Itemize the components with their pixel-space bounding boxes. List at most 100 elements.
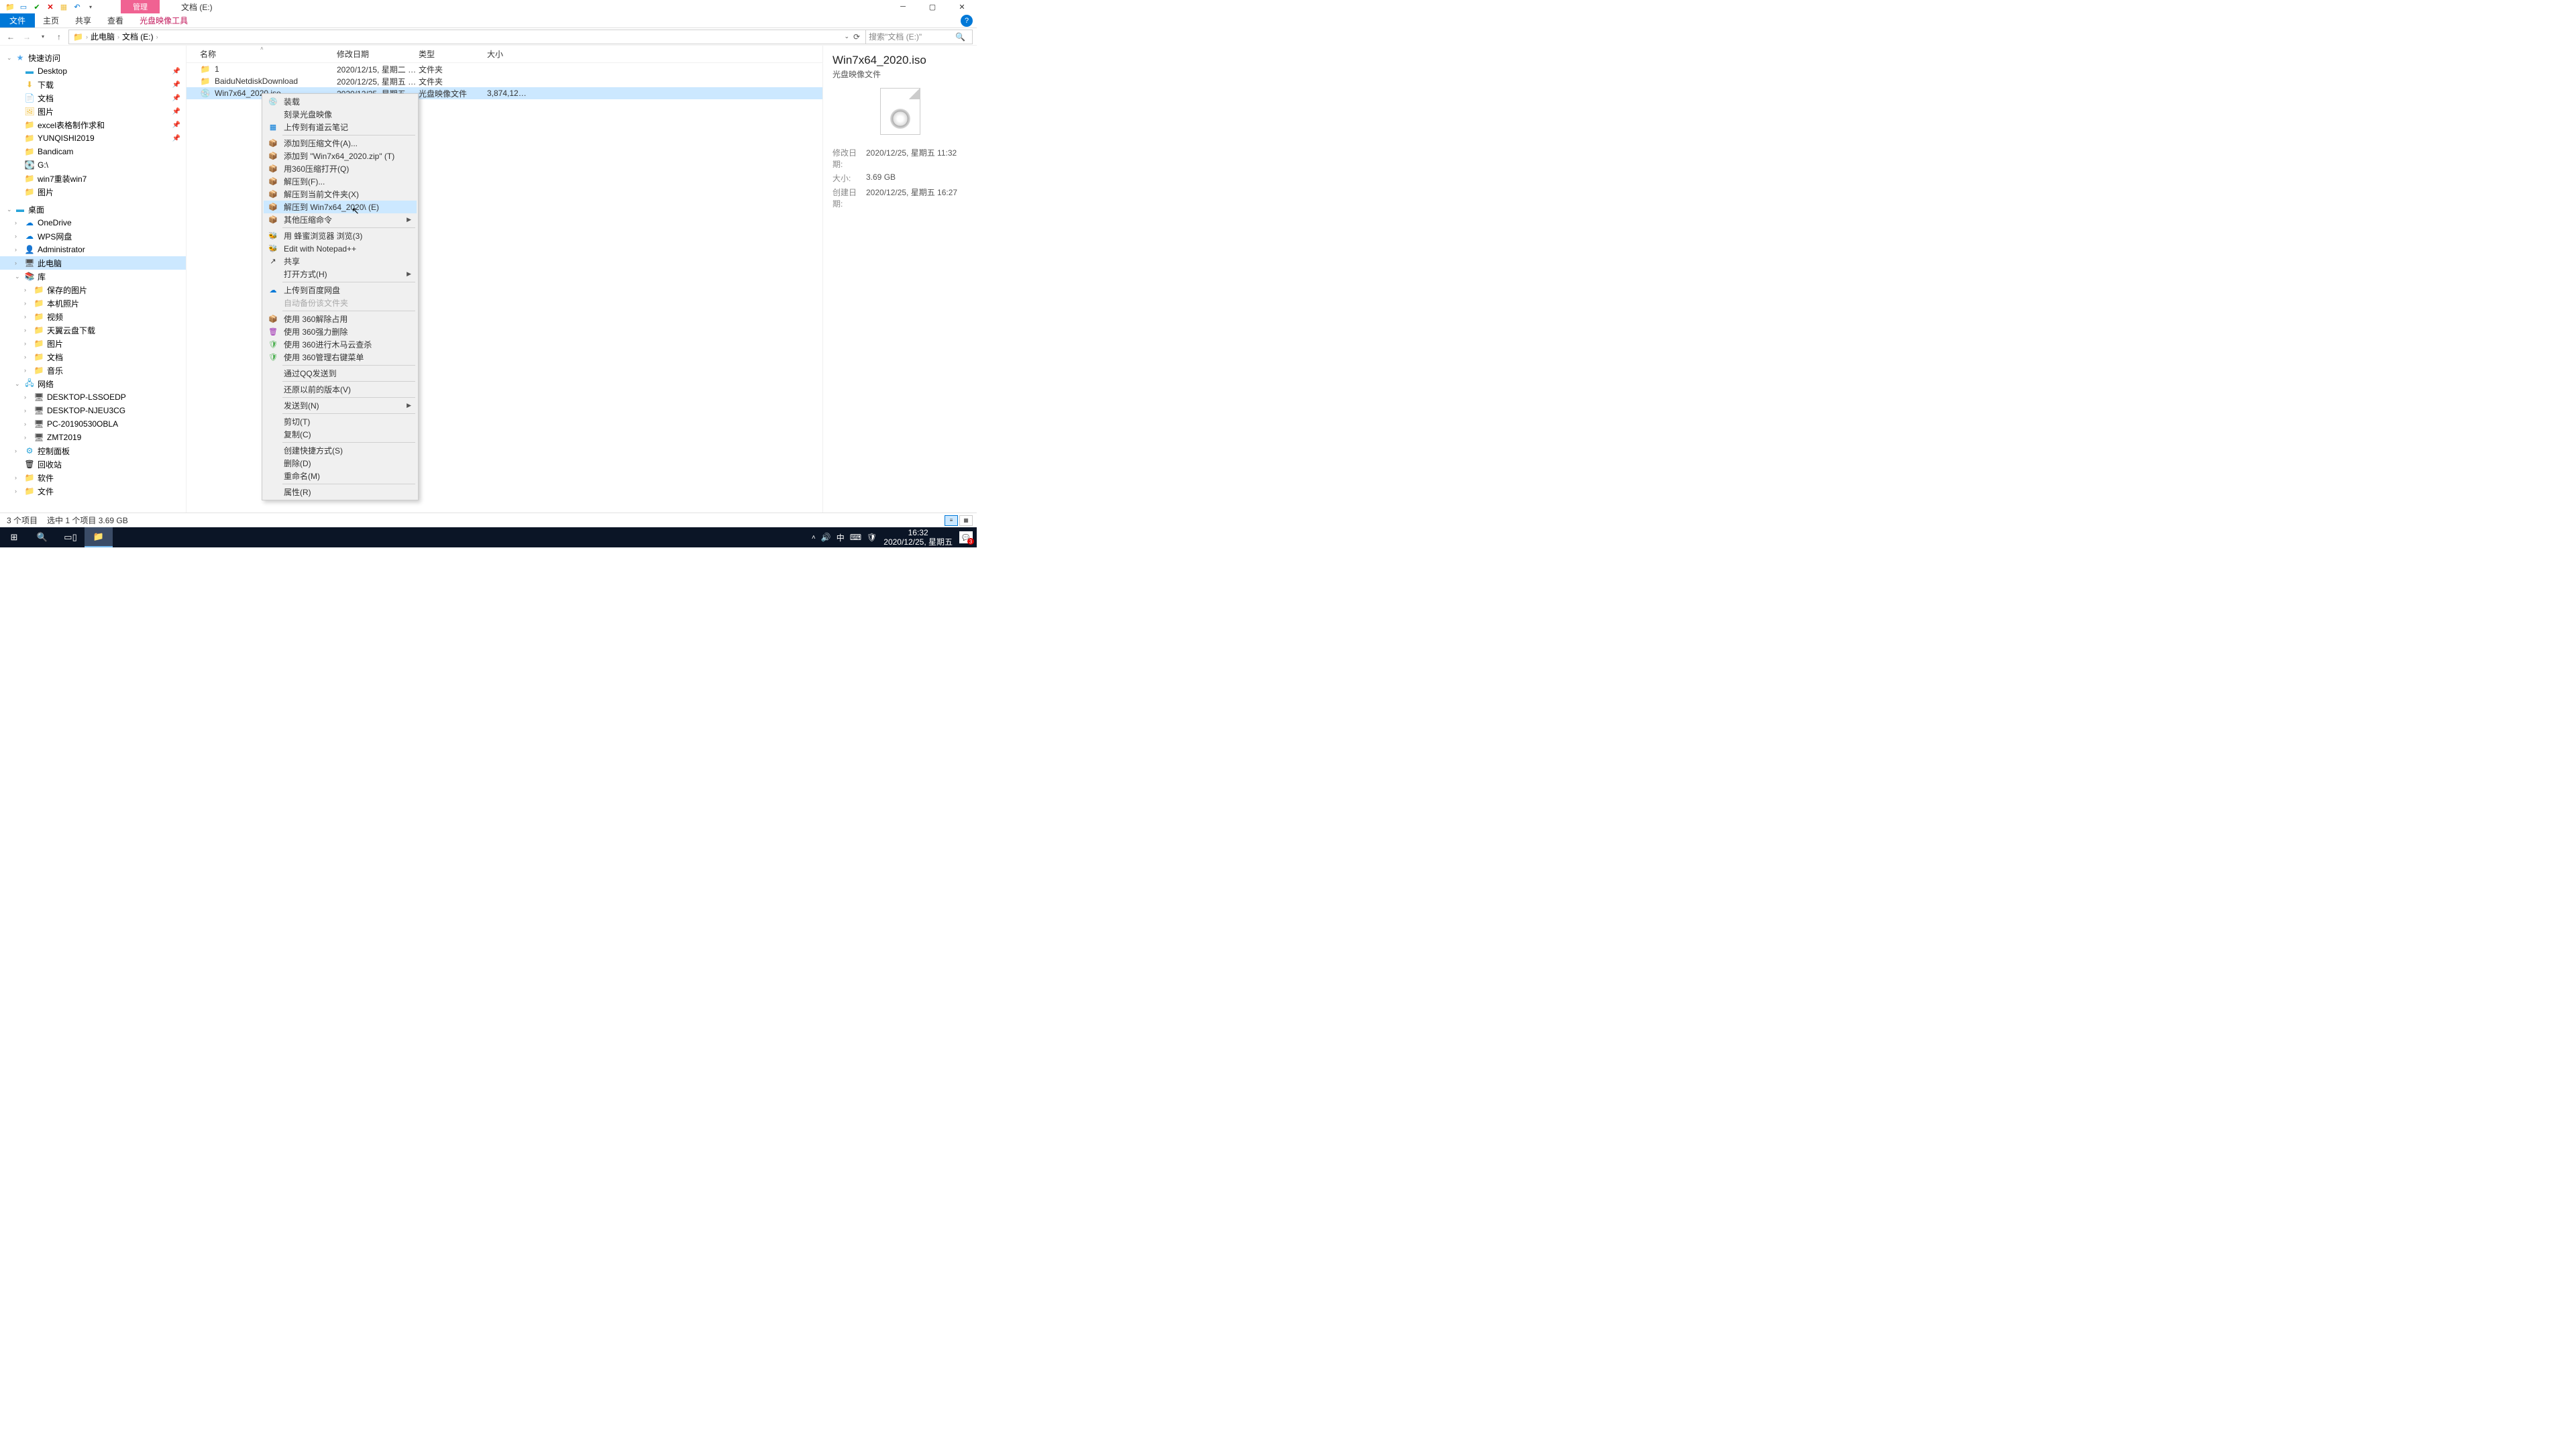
undo-icon[interactable]: ↶ xyxy=(71,1,83,12)
minimize-button[interactable]: ─ xyxy=(888,0,918,13)
nav-item[interactable]: ⌄🖧网络 xyxy=(0,377,186,390)
navigation-pane[interactable]: ⌄★快速访问 ▬Desktop📌 ⬇下载📌 📄文档📌 🖼图片📌 📁excel表格… xyxy=(0,46,186,513)
clock[interactable]: 16:32 2020/12/25, 星期五 xyxy=(883,528,953,547)
nav-item[interactable]: ›📁视频 xyxy=(0,310,186,323)
context-menu-item[interactable]: 🐝用 蜂蜜浏览器 浏览(3) xyxy=(264,229,417,242)
nav-item[interactable]: ›🖥ZMT2019 xyxy=(0,431,186,444)
maximize-button[interactable]: ▢ xyxy=(918,0,947,13)
back-button[interactable]: ← xyxy=(4,32,17,42)
nav-item[interactable]: 📁YUNQISHI2019📌 xyxy=(0,131,186,145)
up-button[interactable]: ↑ xyxy=(52,32,66,42)
security-icon[interactable]: 🛡 xyxy=(867,533,877,542)
nav-item[interactable]: ›🖥DESKTOP-LSSOEDP xyxy=(0,390,186,404)
nav-item[interactable]: ›⚙控制面板 xyxy=(0,444,186,458)
file-tab[interactable]: 文件 xyxy=(0,13,35,28)
context-menu-item[interactable]: 重命名(M) xyxy=(264,470,417,482)
search-input[interactable]: 搜索"文档 (E:)" 🔍 xyxy=(865,30,973,44)
context-menu-item[interactable]: 💿装载 xyxy=(264,95,417,108)
checkmark-icon[interactable]: ✔ xyxy=(31,1,43,12)
share-tab[interactable]: 共享 xyxy=(67,13,99,28)
context-menu-item[interactable]: 📦解压到 Win7x64_2020\ (E) xyxy=(264,201,417,213)
details-view-button[interactable]: ≡ xyxy=(945,515,958,526)
context-menu-item[interactable]: 📦添加到 "Win7x64_2020.zip" (T) xyxy=(264,150,417,162)
task-view-button[interactable]: ▭▯ xyxy=(56,527,85,547)
nav-item[interactable]: ›📁音乐 xyxy=(0,364,186,377)
nav-item[interactable]: ▬Desktop📌 xyxy=(0,64,186,78)
path-dropdown-icon[interactable]: ⌄ xyxy=(844,33,849,40)
nav-item[interactable]: ⬇下载📌 xyxy=(0,78,186,91)
context-menu-item[interactable]: 属性(R) xyxy=(264,486,417,498)
tray-chevron-icon[interactable]: ˄ xyxy=(812,534,816,541)
context-menu-item[interactable]: 🐝Edit with Notepad++ xyxy=(264,242,417,255)
nav-item[interactable]: ›📁图片 xyxy=(0,337,186,350)
context-menu-item[interactable]: 📦解压到(F)... xyxy=(264,175,417,188)
nav-item[interactable]: 📄文档📌 xyxy=(0,91,186,105)
nav-item[interactable]: ›☁OneDrive xyxy=(0,216,186,229)
nav-item[interactable]: ›👤Administrator xyxy=(0,243,186,256)
context-menu-item[interactable]: 🛡使用 360管理右键菜单 xyxy=(264,351,417,364)
context-menu-item[interactable]: ☁上传到百度网盘 xyxy=(264,284,417,297)
context-menu-item[interactable]: 刻录光盘映像 xyxy=(264,108,417,121)
context-menu-item[interactable]: 创建快捷方式(S) xyxy=(264,444,417,457)
volume-icon[interactable]: 🔊 xyxy=(821,533,831,542)
nav-item-this-pc[interactable]: ›🖥此电脑 xyxy=(0,256,186,270)
nav-item[interactable]: 📁图片 xyxy=(0,185,186,199)
notifications-button[interactable]: 💬3 xyxy=(959,531,973,543)
nav-item[interactable]: ›📁软件 xyxy=(0,471,186,484)
nav-item[interactable]: ›🖥PC-20190530OBLA xyxy=(0,417,186,431)
context-menu-item[interactable]: 📦解压到当前文件夹(X) xyxy=(264,188,417,201)
nav-item[interactable]: ›🖥DESKTOP-NJEU3CG xyxy=(0,404,186,417)
path-segment-current[interactable]: 文档 (E:) xyxy=(122,31,154,42)
refresh-button[interactable]: ⟳ xyxy=(853,32,860,42)
nav-item[interactable]: 📁excel表格制作求和📌 xyxy=(0,118,186,131)
context-menu-item[interactable]: 📦添加到压缩文件(A)... xyxy=(264,137,417,150)
help-icon[interactable]: ? xyxy=(961,15,973,27)
dropdown-icon[interactable]: ▾ xyxy=(85,1,97,12)
nav-item[interactable]: ›📁本机照片 xyxy=(0,297,186,310)
context-menu-item[interactable]: 🛡使用 360进行木马云查杀 xyxy=(264,338,417,351)
column-modified[interactable]: 修改日期 xyxy=(337,48,419,60)
context-menu-item[interactable]: ▦上传到有道云笔记 xyxy=(264,121,417,133)
home-tab[interactable]: 主页 xyxy=(35,13,67,28)
search-button[interactable]: 🔍 xyxy=(28,527,56,547)
nav-item[interactable]: 🗑回收站 xyxy=(0,458,186,471)
context-menu-item[interactable]: 📦其他压缩命令▶ xyxy=(264,213,417,226)
forward-button[interactable]: → xyxy=(20,32,34,42)
context-menu-item[interactable]: ↗共享 xyxy=(264,255,417,268)
recent-dropdown[interactable]: ▾ xyxy=(36,34,50,40)
context-menu-item[interactable]: 发送到(N)▶ xyxy=(264,399,417,412)
nav-item[interactable]: ›📁保存的图片 xyxy=(0,283,186,297)
file-row[interactable]: 📁BaiduNetdiskDownload 2020/12/25, 星期五 1.… xyxy=(186,75,822,87)
new-folder-icon[interactable]: ▦ xyxy=(58,1,70,12)
nav-quick-access[interactable]: ⌄★快速访问 xyxy=(0,51,186,64)
file-row[interactable]: 📁1 2020/12/15, 星期二 1... 文件夹 xyxy=(186,63,822,75)
ime-indicator[interactable]: 中 xyxy=(837,532,845,543)
nav-item[interactable]: ⌄📚库 xyxy=(0,270,186,283)
delete-icon[interactable]: ✕ xyxy=(44,1,56,12)
nav-item[interactable]: 🖼图片📌 xyxy=(0,105,186,118)
context-menu-item[interactable]: 剪切(T) xyxy=(264,415,417,428)
nav-item[interactable]: 📁Bandicam xyxy=(0,145,186,158)
path-segment-root[interactable]: 此电脑 xyxy=(91,31,115,42)
context-menu-item[interactable]: 通过QQ发送到 xyxy=(264,367,417,380)
nav-item[interactable]: 💽G:\ xyxy=(0,158,186,172)
context-menu-item[interactable]: 📦使用 360解除占用 xyxy=(264,313,417,325)
start-button[interactable]: ⊞ xyxy=(0,527,28,547)
nav-item[interactable]: ›📁天翼云盘下载 xyxy=(0,323,186,337)
nav-item[interactable]: ›📁文档 xyxy=(0,350,186,364)
context-menu-item[interactable]: 删除(D) xyxy=(264,457,417,470)
disc-tools-tab[interactable]: 光盘映像工具 xyxy=(131,13,196,28)
nav-item[interactable]: ›☁WPS网盘 xyxy=(0,229,186,243)
nav-item[interactable]: 📁win7重装win7 xyxy=(0,172,186,185)
view-tab[interactable]: 查看 xyxy=(99,13,131,28)
context-menu-item[interactable]: 📦用360压缩打开(Q) xyxy=(264,162,417,175)
context-menu-item[interactable]: 🗑使用 360强力删除 xyxy=(264,325,417,338)
folder-icon[interactable]: 📁 xyxy=(4,1,16,12)
close-button[interactable]: ✕ xyxy=(947,0,977,13)
breadcrumb[interactable]: 📁 › 此电脑 › 文档 (E:) › xyxy=(68,30,973,44)
context-menu-item[interactable]: 复制(C) xyxy=(264,428,417,441)
context-menu-item[interactable]: 还原以前的版本(V) xyxy=(264,383,417,396)
context-menu-item[interactable]: 打开方式(H)▶ xyxy=(264,268,417,280)
icons-view-button[interactable]: ▦ xyxy=(959,515,973,526)
nav-desktop[interactable]: ⌄▬桌面 xyxy=(0,203,186,216)
